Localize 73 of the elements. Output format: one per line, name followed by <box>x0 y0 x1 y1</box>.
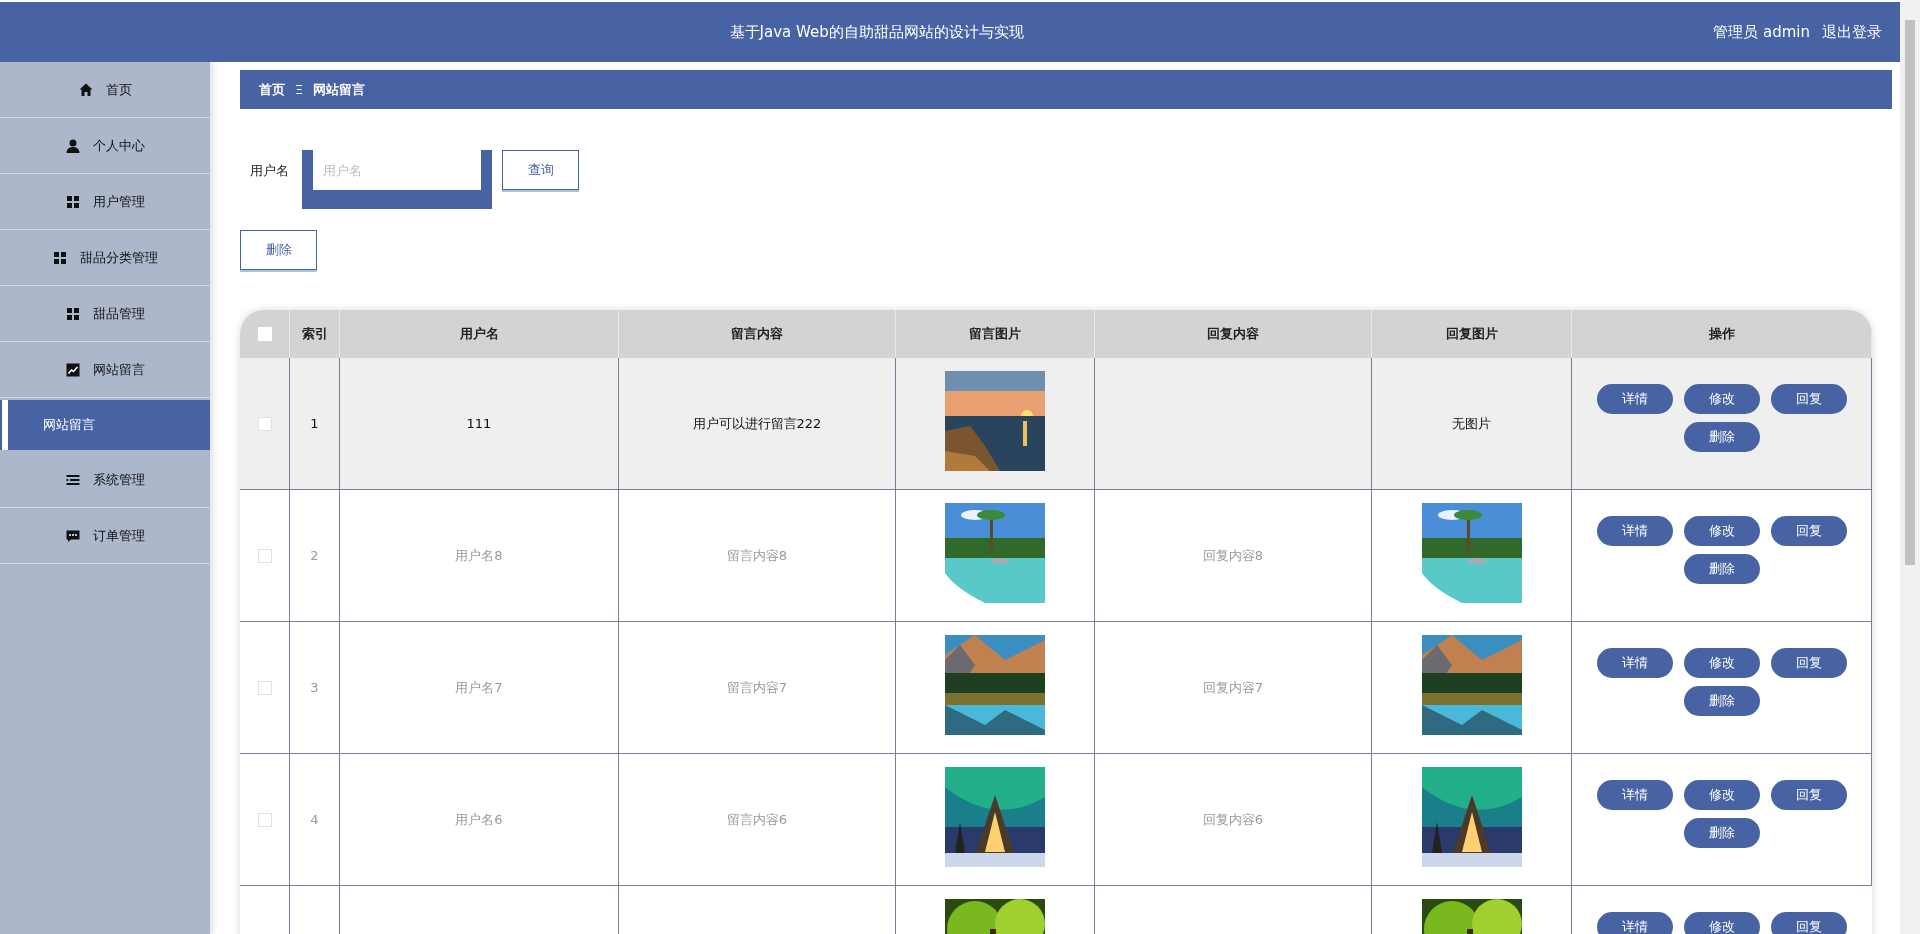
column-header: 回复图片 <box>1445 325 1498 343</box>
table-cell: 用户名7 <box>340 622 619 754</box>
sidebar-item[interactable]: 甜品管理 <box>0 286 210 342</box>
row-checkbox[interactable] <box>257 812 272 827</box>
action-button[interactable]: 回复 <box>1770 516 1847 546</box>
column-header: 留言内容 <box>731 325 783 343</box>
action-button[interactable]: 修改 <box>1683 648 1760 678</box>
column-header: 索引 <box>301 325 328 343</box>
sidebar-item[interactable]: 订单管理 <box>0 508 210 564</box>
table-cell: 用户名8 <box>340 490 619 622</box>
action-button[interactable]: 详情 <box>1596 780 1673 810</box>
breadcrumb-separator: Ξ <box>295 82 304 97</box>
action-button[interactable]: 回复 <box>1771 912 1847 934</box>
sidebar-item[interactable]: 首页 <box>0 62 210 118</box>
action-button[interactable]: 删除 <box>1683 422 1760 452</box>
sidebar-item[interactable]: 网站留言 <box>0 342 210 398</box>
table-cell: 用户可以进行留言222 <box>619 358 896 490</box>
grid-icon <box>65 305 81 322</box>
action-button[interactable]: 回复 <box>1770 384 1847 414</box>
user-label: 管理员 admin <box>1713 22 1810 42</box>
action-button[interactable]: 详情 <box>1596 516 1673 546</box>
table-cell: 2 <box>290 490 340 622</box>
table-cell: 回复内容8 <box>1095 490 1372 622</box>
action-button[interactable]: 修改 <box>1683 516 1760 546</box>
table-cell: 用户名6 <box>340 754 619 886</box>
action-button[interactable]: 回复 <box>1770 780 1847 810</box>
row-checkbox[interactable] <box>257 680 272 695</box>
search-button[interactable]: 查询 <box>502 150 579 190</box>
table-cell: 111 <box>340 358 619 490</box>
breadcrumb-current: 网站留言 <box>313 80 366 99</box>
action-button[interactable]: 回复 <box>1770 648 1847 678</box>
column-header: 操作 <box>1708 325 1735 343</box>
select-all-checkbox[interactable] <box>257 327 272 341</box>
sidebar-item[interactable]: 甜品分类管理 <box>0 230 210 286</box>
row-checkbox[interactable] <box>257 548 272 563</box>
table-cell: 留言内容8 <box>619 490 896 622</box>
table-cell: 回复内容7 <box>1095 622 1372 754</box>
action-button[interactable]: 详情 <box>1596 384 1673 414</box>
action-button[interactable]: 修改 <box>1684 912 1760 934</box>
search-field[interactable]: 用户名 <box>302 150 492 209</box>
sidebar-item[interactable]: 系统管理 <box>0 452 210 508</box>
breadcrumb-link[interactable]: 首页 <box>259 80 285 99</box>
grid-icon <box>65 193 81 210</box>
column-header: 留言图片 <box>969 325 1021 343</box>
action-button[interactable]: 详情 <box>1596 648 1673 678</box>
grid-icon <box>52 249 68 266</box>
sidebar-item[interactable]: 个人中心 <box>0 118 210 174</box>
delete-button[interactable]: 删除 <box>240 230 317 270</box>
column-header: 用户名 <box>459 325 499 343</box>
person-icon <box>65 137 81 154</box>
action-button[interactable]: 修改 <box>1683 780 1760 810</box>
action-button[interactable]: 修改 <box>1683 384 1760 414</box>
table-cell: 留言内容6 <box>619 754 896 886</box>
action-button[interactable]: 删除 <box>1683 554 1760 584</box>
field-label: 用户名 <box>249 162 290 180</box>
table-cell: 回复内容6 <box>1095 754 1372 886</box>
home-icon <box>78 81 94 98</box>
chart-icon <box>65 361 81 378</box>
scrollbar[interactable] <box>1900 0 1920 934</box>
table-cell: 1 <box>290 358 340 490</box>
table-cell: 留言内容7 <box>619 622 896 754</box>
table-cell: 无图片 <box>1372 358 1572 490</box>
site-title: 基于Java Web的自助甜品网站的设计与实现 <box>728 22 1025 42</box>
action-button[interactable]: 删除 <box>1683 686 1760 716</box>
row-checkbox[interactable] <box>257 416 272 431</box>
action-button[interactable]: 删除 <box>1683 818 1760 848</box>
table-cell: 4 <box>290 754 340 886</box>
scroll-thumb[interactable] <box>1905 20 1915 565</box>
action-button[interactable]: 详情 <box>1597 912 1673 934</box>
logout-link[interactable]: 退出登录 <box>1822 22 1882 42</box>
column-header: 回复内容 <box>1207 325 1259 343</box>
table-cell: 3 <box>290 622 340 754</box>
sidebar-item[interactable]: 用户管理 <box>0 174 210 230</box>
